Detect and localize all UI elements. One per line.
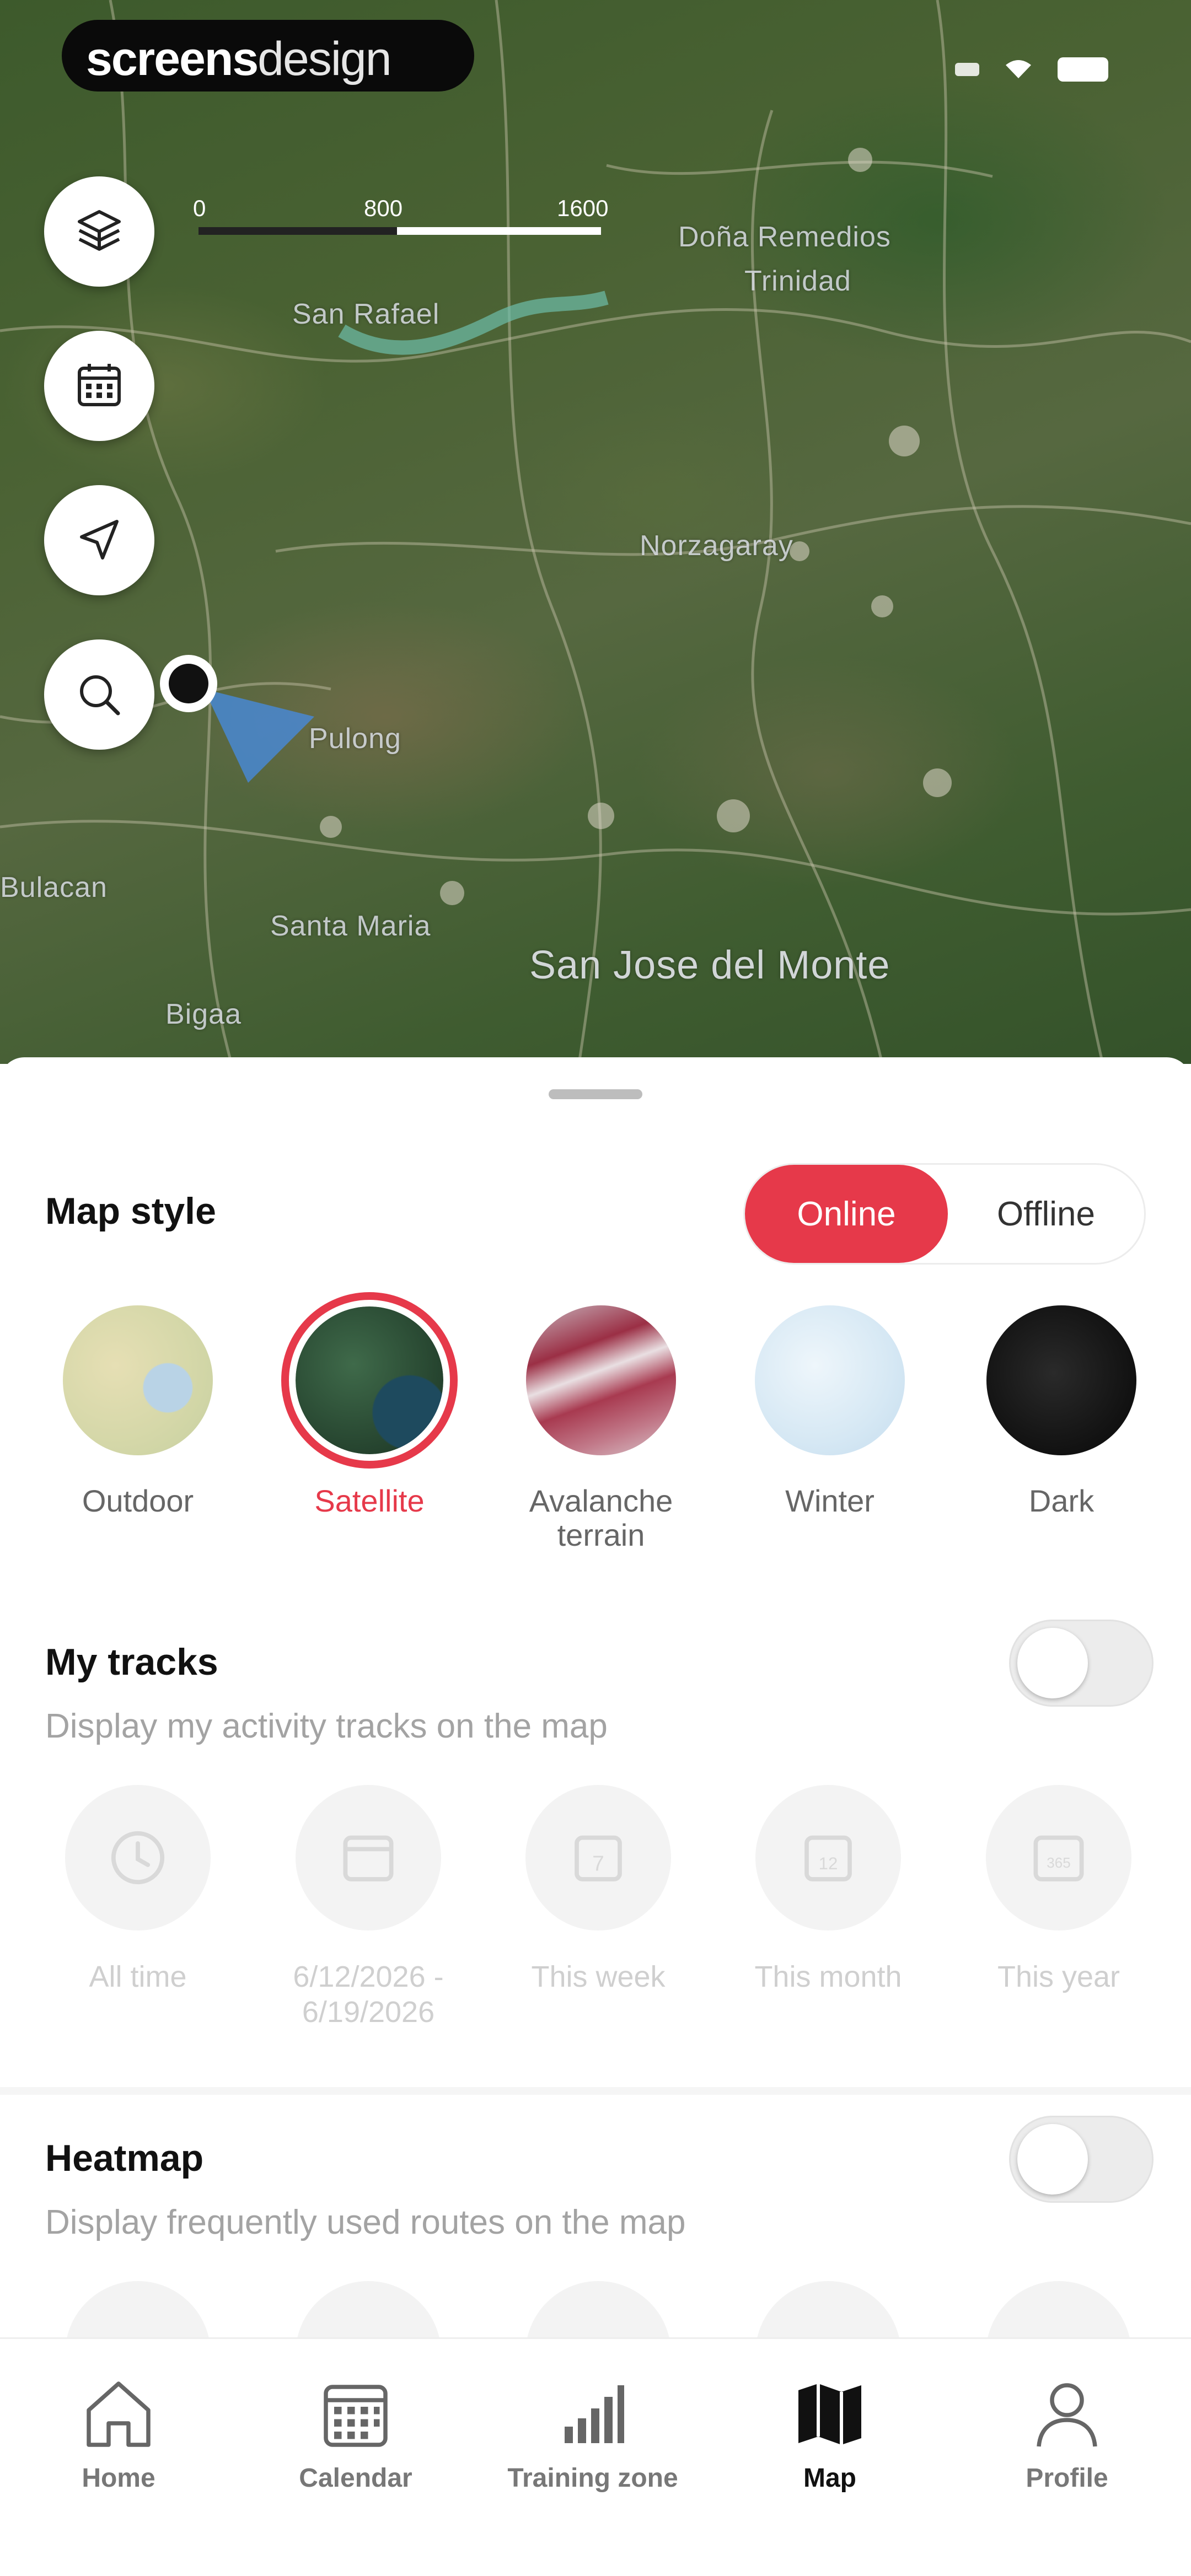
period-label: This year	[997, 1960, 1120, 1993]
scale-end-label: 1600	[557, 195, 609, 221]
map-label-bigaa: Bigaa	[165, 998, 242, 1030]
online-option[interactable]: Online	[745, 1165, 948, 1263]
bottom-tab-bar: Home Calendar Training zone Map Profile	[0, 2337, 1191, 2576]
bar-chart-icon	[565, 2385, 624, 2443]
tab-label: Calendar	[299, 2464, 412, 2493]
map-label-trinidad: Trinidad	[744, 265, 851, 297]
map-label-san-jose: San Jose del Monte	[529, 943, 890, 987]
map-style-title: Map style	[45, 1190, 216, 1232]
map-roads	[0, 0, 1191, 1064]
avalanche-thumbnail	[526, 1305, 676, 1455]
week-icon-text: 7	[592, 1852, 604, 1875]
status-bar	[955, 57, 1108, 82]
heatmap-subtitle: Display frequently used routes on the ma…	[45, 2203, 686, 2241]
style-winter[interactable]: Winter	[742, 1305, 918, 1518]
locate-me-button[interactable]	[44, 485, 154, 595]
period-label: This month	[754, 1960, 902, 1993]
my-tracks-toggle[interactable]	[1009, 1620, 1154, 1707]
dark-thumbnail	[986, 1305, 1136, 1455]
tab-training-zone[interactable]: Training zone	[477, 2372, 709, 2493]
map-style-list: Outdoor Satellite Avalanche terrain Wint…	[0, 1292, 1191, 1552]
home-icon	[87, 2381, 151, 2447]
tab-calendar[interactable]: Calendar	[240, 2372, 471, 2493]
watermark-bold: screens	[86, 33, 259, 85]
layers-icon	[78, 210, 121, 251]
scale-mid-label: 800	[364, 195, 403, 221]
heading-cone	[204, 689, 314, 783]
style-avalanche-terrain[interactable]: Avalanche terrain	[513, 1305, 689, 1552]
period-this-week[interactable]: 7 This week	[493, 1785, 703, 1994]
my-tracks-title: My tracks	[45, 1641, 218, 1683]
period-label: This week	[531, 1960, 666, 1993]
map-label-norzagaray: Norzagaray	[640, 530, 793, 562]
period-this-year[interactable]: 365 This year	[954, 1785, 1163, 1994]
map-label-bulacan: Bulacan	[0, 872, 108, 904]
map-settings-sheet: Map style Online Offline Outdoor Satelli…	[0, 1057, 1191, 2347]
period-date-range[interactable]: 6/12/2026 - 6/19/2026	[264, 1785, 473, 2030]
period-all-time[interactable]: All time	[33, 1785, 243, 1994]
clock-icon	[111, 1831, 165, 1885]
map-search-button[interactable]	[44, 639, 154, 750]
map-label-san-rafael: San Rafael	[292, 298, 440, 330]
map-scale-bar: 0 800 1600	[193, 195, 608, 237]
calendar-grid-icon	[324, 2385, 388, 2447]
tab-map[interactable]: Map	[714, 2372, 946, 2493]
heatmap-toggle[interactable]	[1009, 2116, 1154, 2203]
calendar-7-icon: 7	[575, 1835, 622, 1881]
style-label: Winter	[785, 1483, 875, 1518]
heatmap-title: Heatmap	[45, 2137, 204, 2179]
winter-thumbnail	[755, 1305, 905, 1455]
locate-arrow-icon	[80, 520, 119, 560]
style-label: Outdoor	[82, 1483, 194, 1518]
watermark-logo: screensdesign	[62, 20, 474, 92]
tab-label: Profile	[1026, 2464, 1108, 2493]
my-tracks-subtitle: Display my activity tracks on the map	[45, 1707, 608, 1745]
map-label-santa-maria: Santa Maria	[270, 910, 431, 942]
style-dark[interactable]: Dark	[973, 1305, 1150, 1518]
section-divider	[0, 2087, 1191, 2095]
tab-label: Training zone	[507, 2464, 678, 2493]
tab-label: Home	[82, 2464, 155, 2493]
tab-home[interactable]: Home	[3, 2372, 234, 2493]
date-range-icon	[343, 1835, 394, 1881]
period-this-month[interactable]: 12 This month	[723, 1785, 933, 1994]
online-offline-toggle[interactable]: Online Offline	[743, 1163, 1146, 1265]
style-outdoor[interactable]: Outdoor	[50, 1305, 226, 1518]
calendar-icon	[78, 364, 121, 406]
calendar-365-icon: 365	[1033, 1835, 1084, 1881]
layers-button[interactable]	[44, 176, 154, 287]
calendar-filter-button[interactable]	[44, 331, 154, 441]
battery-icon	[1058, 57, 1108, 82]
tab-label: Map	[803, 2464, 856, 2493]
satellite-thumbnail	[281, 1292, 458, 1469]
satellite-map[interactable]: Doña Remedios Trinidad San Rafael Norzag…	[0, 0, 1191, 1064]
watermark-light: design	[257, 33, 391, 85]
scale-zero: 0	[193, 195, 206, 221]
sheet-grabber[interactable]	[549, 1089, 642, 1099]
style-label-selected: Satellite	[314, 1483, 425, 1518]
style-label: Dark	[1028, 1483, 1095, 1518]
profile-icon	[1037, 2383, 1097, 2447]
offline-option[interactable]: Offline	[948, 1165, 1144, 1263]
period-label: 6/12/2026 - 6/19/2026	[293, 1960, 444, 2029]
track-period-list: All time 6/12/2026 - 6/19/2026 7 This we…	[0, 1785, 1191, 2039]
signal-icon	[955, 63, 979, 76]
current-location-dot	[160, 655, 217, 712]
tab-profile[interactable]: Profile	[951, 2372, 1183, 2493]
calendar-12-icon: 12	[804, 1835, 852, 1881]
wifi-icon	[1006, 60, 1031, 78]
year-icon-text: 365	[1047, 1854, 1070, 1871]
style-label: Avalanche terrain	[529, 1483, 673, 1552]
outdoor-thumbnail	[63, 1305, 213, 1455]
period-label: All time	[89, 1960, 187, 1993]
style-satellite[interactable]: Satellite	[281, 1292, 458, 1518]
map-icon	[798, 2384, 861, 2445]
search-icon	[80, 675, 120, 716]
month-icon-text: 12	[819, 1854, 838, 1873]
map-label-dona-remedios: Doña Remedios	[678, 221, 891, 253]
